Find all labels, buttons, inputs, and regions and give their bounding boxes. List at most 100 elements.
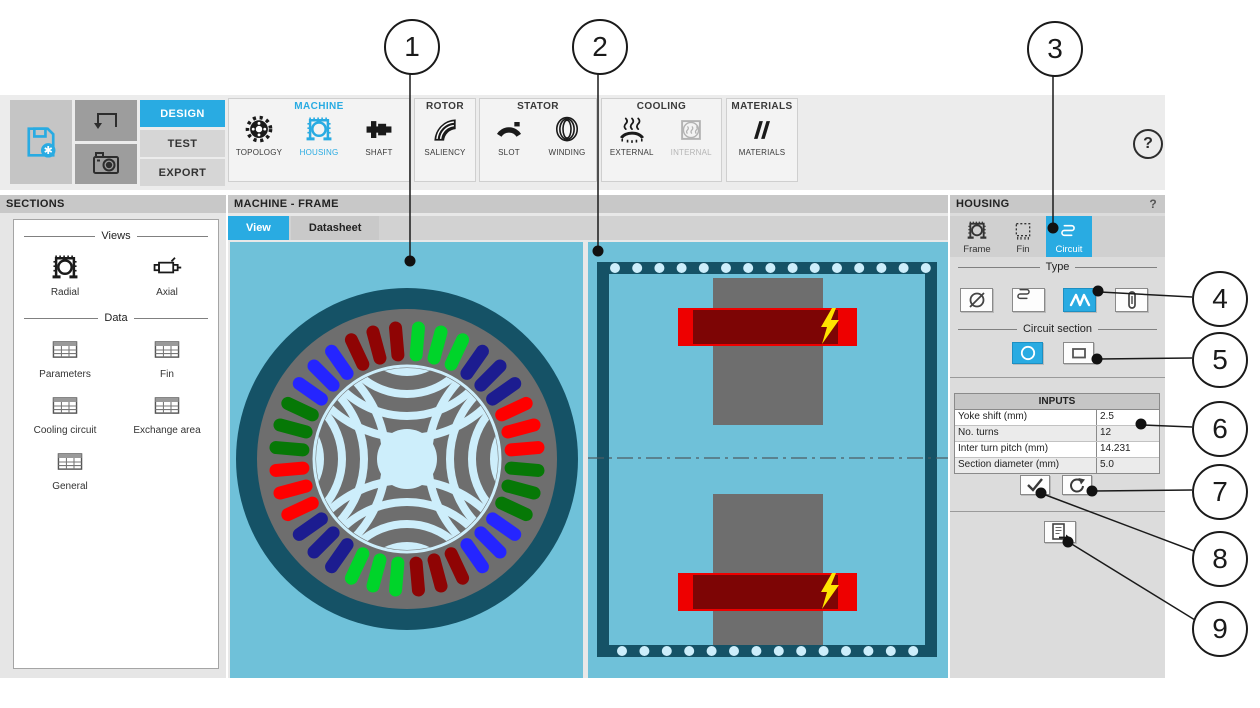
section-circle-button[interactable] — [1012, 342, 1043, 364]
callout-4: 4 — [1192, 271, 1248, 327]
ribbon-item-topology[interactable]: TOPOLOGY — [230, 114, 288, 157]
frame-tab-icon — [965, 219, 989, 243]
tab-datasheet[interactable]: Datasheet — [291, 216, 380, 240]
ribbon-item-slot[interactable]: SLOT — [480, 114, 538, 157]
group-title-machine: MACHINE — [229, 101, 409, 112]
data-item-fin[interactable]: Fin — [119, 334, 215, 380]
housing-label: HOUSING — [300, 148, 339, 157]
save-button[interactable]: ✱ — [10, 100, 72, 184]
ribbon-item-external-cooling[interactable]: EXTERNAL — [603, 114, 661, 157]
tab-view[interactable]: View — [228, 216, 289, 240]
housing-icon — [303, 114, 335, 146]
section-rectangle-button[interactable] — [1063, 342, 1094, 364]
parameters-label: Parameters — [39, 369, 91, 380]
callout-1: 1 — [384, 19, 440, 75]
saliency-label: SALIENCY — [424, 148, 465, 157]
table-row: Inter turn pitch (mm) 14.231 — [955, 442, 1159, 458]
callout-number: 6 — [1212, 413, 1228, 445]
callout-7: 7 — [1192, 464, 1248, 520]
callout-number: 5 — [1212, 344, 1228, 376]
mode-tab-export[interactable]: EXPORT — [140, 159, 225, 186]
fin-table-icon — [149, 334, 185, 366]
check-icon — [1025, 477, 1045, 493]
pin-circuit-icon — [1120, 290, 1144, 310]
tab-frame[interactable]: Frame — [954, 216, 1000, 257]
slot-label: SLOT — [498, 148, 520, 157]
ribbon-toolbar: ✱ DESIGN TEST EXPORT MAC — [0, 95, 1165, 190]
ribbon-item-materials[interactable]: MATERIALS — [733, 114, 791, 157]
reset-button[interactable] — [1062, 475, 1092, 495]
circuit-type-pin-button[interactable] — [1115, 288, 1148, 312]
input-label: No. turns — [955, 426, 1096, 441]
data-item-general[interactable]: General — [22, 446, 118, 492]
section-diameter-value[interactable]: 5.0 — [1096, 458, 1159, 473]
circuit-section-divider: Circuit section — [958, 323, 1157, 335]
export-document-icon — [1049, 523, 1071, 542]
input-label: Section diameter (mm) — [955, 458, 1096, 473]
export-report-button[interactable] — [1044, 521, 1076, 543]
radial-view-icon — [47, 252, 83, 284]
application-window: ✱ DESIGN TEST EXPORT MAC — [0, 0, 1260, 708]
materials-label: MATERIALS — [739, 148, 786, 157]
winding-bar-bottom — [678, 573, 857, 611]
group-title-stator: STATOR — [480, 101, 596, 112]
mode-tab-test[interactable]: TEST — [140, 130, 225, 157]
housing-panel-header: HOUSING ? — [950, 195, 1165, 213]
view-item-axial[interactable]: Axial — [119, 252, 215, 298]
inputs-table-header: INPUTS — [955, 394, 1159, 410]
circuit-tab-label: Circuit — [1056, 244, 1083, 255]
housing-help-button[interactable]: ? — [1149, 197, 1157, 211]
callout-5: 5 — [1192, 332, 1248, 388]
callout-6: 6 — [1192, 401, 1248, 457]
undo-button[interactable] — [75, 100, 137, 141]
callout-9: 9 — [1192, 601, 1248, 657]
data-item-cooling-circuit[interactable]: Cooling circuit — [17, 390, 113, 436]
topology-label: TOPOLOGY — [236, 148, 282, 157]
callout-number: 1 — [404, 31, 420, 63]
axial-view-icon — [149, 252, 185, 284]
view-item-radial[interactable]: Radial — [17, 252, 113, 298]
radial-label: Radial — [51, 287, 79, 298]
ribbon-item-winding[interactable]: WINDING — [538, 114, 596, 157]
circuit-type-none-button[interactable] — [960, 288, 993, 312]
inter-turn-pitch-value[interactable]: 14.231 — [1096, 442, 1159, 457]
svg-text:✱: ✱ — [44, 145, 53, 157]
cooling-circuit-table-icon — [47, 390, 83, 422]
callout-number: 9 — [1212, 613, 1228, 645]
yoke-shift-value[interactable]: 2.5 — [1096, 410, 1159, 425]
internal-cooling-icon — [675, 114, 707, 146]
reset-icon — [1068, 477, 1086, 494]
tab-circuit[interactable]: Circuit — [1046, 216, 1092, 257]
panel-separator — [950, 511, 1165, 512]
ribbon-item-saliency[interactable]: SALIENCY — [416, 114, 474, 157]
table-row: No. turns 12 — [955, 426, 1159, 442]
external-cooling-icon — [616, 114, 648, 146]
callout-number: 7 — [1212, 476, 1228, 508]
sections-panel: Views Radial Axial Data Parameters — [13, 219, 219, 669]
data-item-exchange-area[interactable]: Exchange area — [119, 390, 215, 436]
callout-number: 4 — [1212, 283, 1228, 315]
help-button[interactable]: ? — [1133, 129, 1163, 159]
saliency-icon — [429, 114, 461, 146]
no-turns-value[interactable]: 12 — [1096, 426, 1159, 441]
housing-properties-panel: HOUSING ? Frame Fin Circuit Type — [950, 195, 1165, 678]
snapshot-button[interactable] — [75, 144, 137, 184]
help-glyph: ? — [1143, 135, 1153, 153]
apply-button[interactable] — [1020, 475, 1050, 495]
axial-label: Axial — [156, 287, 178, 298]
ribbon-item-shaft[interactable]: SHAFT — [350, 114, 408, 157]
exchange-area-table-icon — [149, 390, 185, 422]
tab-fin[interactable]: Fin — [1000, 216, 1046, 257]
circuit-type-serpentine-button[interactable] — [1012, 288, 1045, 312]
data-divider: Data — [24, 312, 208, 324]
table-row: Yoke shift (mm) 2.5 — [955, 410, 1159, 426]
data-item-parameters[interactable]: Parameters — [17, 334, 113, 380]
circuit-type-wave-button[interactable] — [1063, 288, 1096, 312]
type-divider: Type — [958, 261, 1157, 273]
input-label: Inter turn pitch (mm) — [955, 442, 1096, 457]
cooling-circuit-label: Cooling circuit — [34, 425, 97, 436]
mode-tab-design[interactable]: DESIGN — [140, 100, 225, 127]
serpentine-circuit-icon — [1016, 289, 1042, 311]
ribbon-item-housing[interactable]: HOUSING — [290, 114, 348, 157]
topology-icon — [243, 114, 275, 146]
